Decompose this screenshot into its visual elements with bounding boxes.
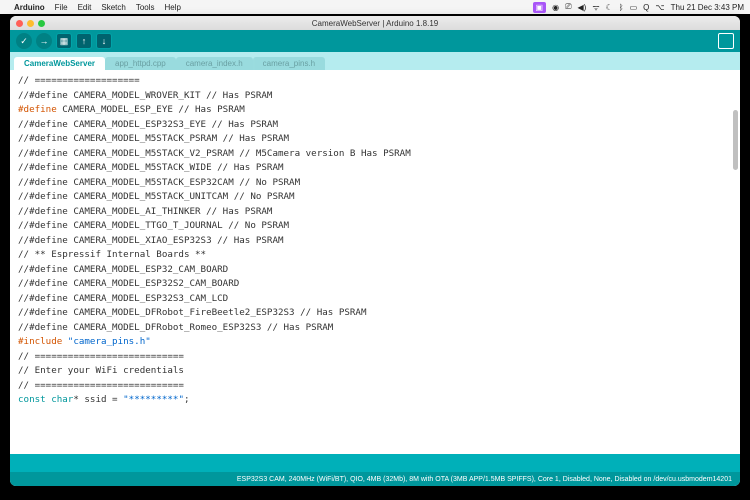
code-line: //#define CAMERA_MODEL_AI_THINKER // Has… xyxy=(18,205,732,220)
code-line: // ** Espressif Internal Boards ** xyxy=(18,248,732,263)
code-line: //#define CAMERA_MODEL_M5STACK_WIDE // H… xyxy=(18,161,732,176)
code-line: //#define CAMERA_MODEL_ESP32S3_CAM_LCD xyxy=(18,292,732,307)
arduino-toolbar: ✓ → ▦ ↑ ↓ xyxy=(10,30,740,52)
code-line: //#define CAMERA_MODEL_M5STACK_ESP32CAM … xyxy=(18,176,732,191)
code-line: // =========================== xyxy=(18,379,732,394)
menubar-file[interactable]: File xyxy=(55,3,68,12)
minimize-window-button[interactable] xyxy=(27,20,34,27)
menubar-tools[interactable]: Tools xyxy=(136,3,155,12)
recording-indicator-icon[interactable]: ▣ xyxy=(533,2,547,13)
sound-icon[interactable]: ◀︎) xyxy=(577,3,586,12)
code-line: //#define CAMERA_MODEL_DFRobot_FireBeetl… xyxy=(18,306,732,321)
display-icon[interactable]: ⎚ xyxy=(565,2,571,12)
dnd-icon[interactable]: ☾ xyxy=(606,3,613,12)
new-sketch-button[interactable]: ▦ xyxy=(56,33,72,49)
wifi-icon[interactable]: ᯤ xyxy=(592,2,599,13)
battery-icon[interactable]: ▭ xyxy=(630,3,638,12)
menubar-edit[interactable]: Edit xyxy=(78,3,92,12)
tab-camerawebserver[interactable]: CameraWebServer xyxy=(14,57,105,70)
volume-icon[interactable]: ◉ xyxy=(552,3,559,12)
macos-menubar: Arduino File Edit Sketch Tools Help ▣ ◉ … xyxy=(0,0,750,14)
code-line: // Enter your WiFi credentials xyxy=(18,364,732,379)
code-line: //#define CAMERA_MODEL_DFRobot_Romeo_ESP… xyxy=(18,321,732,336)
code-line: #include "camera_pins.h" xyxy=(18,335,732,350)
code-line: //#define CAMERA_MODEL_M5STACK_V2_PSRAM … xyxy=(18,147,732,162)
code-line: //#define CAMERA_MODEL_XIAO_ESP32S3 // H… xyxy=(18,234,732,249)
tab-app-httpd[interactable]: app_httpd.cpp xyxy=(105,57,176,70)
board-status-text: ESP32S3 CAM, 240MHz (WiFi/BT), QIO, 4MB … xyxy=(237,476,732,483)
open-sketch-button[interactable]: ↑ xyxy=(76,33,92,49)
letterbox-bottom xyxy=(0,490,750,500)
menubar-sketch[interactable]: Sketch xyxy=(101,3,125,12)
code-line: //#define CAMERA_MODEL_M5STACK_PSRAM // … xyxy=(18,132,732,147)
code-line: // =========================== xyxy=(18,350,732,365)
serial-monitor-button[interactable] xyxy=(718,33,734,49)
arduino-window: CameraWebServer | Arduino 1.8.19 ✓ → ▦ ↑… xyxy=(10,16,740,486)
control-center-icon[interactable]: ⌥ xyxy=(655,3,664,12)
code-line: //#define CAMERA_MODEL_WROVER_KIT // Has… xyxy=(18,89,732,104)
code-line: // =================== xyxy=(18,74,732,89)
upload-button[interactable]: → xyxy=(36,33,52,49)
code-content: // ===================//#define CAMERA_M… xyxy=(18,74,732,408)
window-title: CameraWebServer | Arduino 1.8.19 xyxy=(312,19,438,28)
window-titlebar[interactable]: CameraWebServer | Arduino 1.8.19 xyxy=(10,16,740,30)
code-line: //#define CAMERA_MODEL_ESP32_CAM_BOARD xyxy=(18,263,732,278)
tab-camera-index[interactable]: camera_index.h xyxy=(176,57,253,70)
status-footer: ESP32S3 CAM, 240MHz (WiFi/BT), QIO, 4MB … xyxy=(10,472,740,486)
code-line: const char* ssid = "*********"; xyxy=(18,393,732,408)
editor-scrollbar[interactable] xyxy=(733,110,738,170)
verify-button[interactable]: ✓ xyxy=(16,33,32,49)
menubar-appname[interactable]: Arduino xyxy=(14,3,45,12)
code-line: //#define CAMERA_MODEL_TTGO_T_JOURNAL //… xyxy=(18,219,732,234)
menubar-help[interactable]: Help xyxy=(165,3,181,12)
code-line: //#define CAMERA_MODEL_ESP32S2_CAM_BOARD xyxy=(18,277,732,292)
code-line: //#define CAMERA_MODEL_M5STACK_UNITCAM /… xyxy=(18,190,732,205)
code-line: //#define CAMERA_MODEL_ESP32S3_EYE // Ha… xyxy=(18,118,732,133)
menubar-status-area: ▣ ◉ ⎚ ◀︎) ᯤ ☾ ᛒ ▭ Q ⌥ Thu 21 Dec 3:43 PM xyxy=(533,2,744,13)
sketch-tabs: CameraWebServer app_httpd.cpp camera_ind… xyxy=(10,52,740,70)
code-editor[interactable]: // ===================//#define CAMERA_M… xyxy=(10,70,740,454)
tab-camera-pins[interactable]: camera_pins.h xyxy=(253,57,325,70)
zoom-window-button[interactable] xyxy=(38,20,45,27)
traffic-lights xyxy=(16,20,45,27)
close-window-button[interactable] xyxy=(16,20,23,27)
code-line: #define CAMERA_MODEL_ESP_EYE // Has PSRA… xyxy=(18,103,732,118)
bluetooth-icon[interactable]: ᛒ xyxy=(619,3,624,12)
menubar-datetime[interactable]: Thu 21 Dec 3:43 PM xyxy=(671,3,744,12)
save-sketch-button[interactable]: ↓ xyxy=(96,33,112,49)
output-console[interactable] xyxy=(10,454,740,472)
spotlight-icon[interactable]: Q xyxy=(643,3,649,12)
